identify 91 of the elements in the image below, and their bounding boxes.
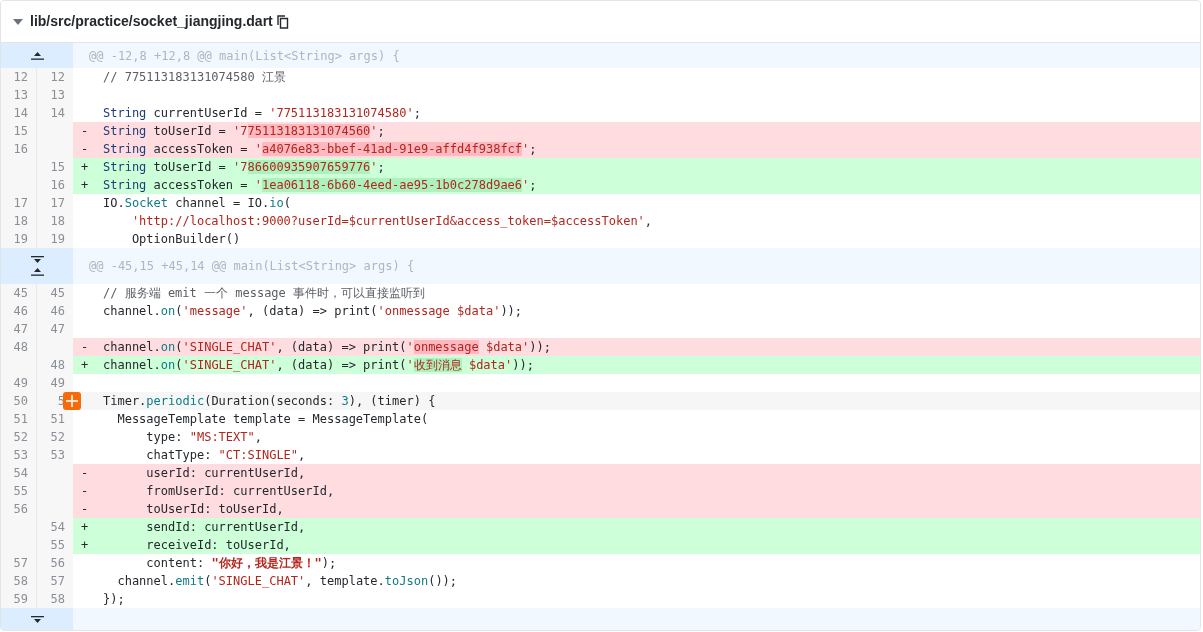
code-text: receiveId: toUserId, (145, 537, 291, 554)
addition-sign: + (81, 358, 89, 372)
line-number: 14 (37, 104, 73, 122)
expand-down-icon[interactable] (30, 616, 44, 624)
line-number: 53 (1, 446, 37, 464)
line-number: 47 (1, 320, 37, 338)
hunk-header: @@ -45,15 +45,14 @@ main(List<String> args) { (89, 258, 415, 275)
code-text: String toUserId = '775113183131074560'; (103, 123, 385, 140)
line-number: 17 (1, 194, 37, 212)
line-number: 19 (37, 230, 73, 248)
line-number: 19 (1, 230, 37, 248)
line-number: 49 (37, 374, 73, 392)
line-number: 56 (37, 554, 73, 572)
code-text: // 服务端 emit 一个 message 事件时，可以直接监听到 (103, 285, 426, 302)
line-number: 46 (37, 302, 73, 320)
code-text: userId: currentUserId, (145, 465, 306, 482)
line-number: 47 (37, 320, 73, 338)
code-text: content: "你好，我是江景！"); (145, 555, 337, 572)
code-text: sendId: currentUserId, (145, 519, 306, 536)
line-number: 58 (1, 572, 37, 590)
addition-sign: + (81, 538, 89, 552)
plus-icon (66, 395, 78, 407)
deletion-sign: - (81, 502, 89, 516)
line-number: 45 (37, 284, 73, 302)
line-number: 13 (37, 86, 73, 104)
line-number: 12 (37, 68, 73, 86)
line-number: 53 (37, 446, 73, 464)
code-text: MessageTemplate template = MessageTemplate( (116, 411, 429, 428)
line-number: 55 (37, 536, 73, 554)
code-text: String accessToken = '1ea06118-6b60-4eed-ae95-1b0c278d9ae6'; (103, 177, 537, 194)
line-number: 48 (1, 338, 37, 356)
code-text: String currentUserId = '775113183131074580'; (103, 105, 421, 122)
code-text: type: "MS:TEXT", (145, 429, 262, 446)
deletion-sign: - (81, 340, 89, 354)
add-comment-button[interactable] (63, 392, 81, 410)
code-text: // 775113183131074580 江景 (103, 69, 286, 86)
line-number: 50 (1, 392, 37, 410)
line-number: 54 (1, 464, 37, 482)
code-text: channel.on('SINGLE_CHAT', (data) => print('收到消息 $data')); (103, 357, 534, 374)
file-path: lib/src/practice/socket_jiangjing.dart (30, 12, 273, 31)
code-text: channel.emit('SINGLE_CHAT', template.toJson()); (116, 573, 458, 590)
line-number: 17 (37, 194, 73, 212)
expand-up-icon[interactable] (30, 268, 44, 276)
line-number: 58 (37, 590, 73, 608)
code-text: String accessToken = 'a4076e83-bbef-41ad-91e9-affd4f938fcf'; (103, 141, 537, 158)
line-number: 46 (1, 302, 37, 320)
code-text: channel.on('SINGLE_CHAT', (data) => print('onmessage $data')); (103, 339, 551, 356)
line-number: 14 (1, 104, 37, 122)
line-number: 15 (37, 158, 73, 176)
expand-down-icon[interactable] (30, 256, 44, 264)
hunk-header: @@ -12,8 +12,8 @@ main(List<String> args) { (89, 47, 400, 65)
addition-sign: + (81, 520, 89, 534)
code-text: Timer.periodic(Duration(seconds: 3), (timer) { (103, 393, 436, 410)
line-number: 18 (37, 212, 73, 230)
line-number: 54 (37, 518, 73, 536)
line-number: 16 (37, 176, 73, 194)
line-number: 18 (1, 212, 37, 230)
code-text: IO.Socket channel = IO.io( (103, 195, 291, 212)
line-number: 48 (37, 356, 73, 374)
deletion-sign: - (81, 466, 89, 480)
addition-sign: + (81, 160, 89, 174)
code-text: channel.on('message', (data) => print('onmessage $data')); (103, 303, 523, 320)
addition-sign: + (81, 178, 89, 192)
deletion-sign: - (81, 124, 89, 138)
line-number: 51 (1, 410, 37, 428)
caret-down-icon[interactable] (13, 18, 23, 25)
line-number: 45 (1, 284, 37, 302)
line-number: 59 (1, 590, 37, 608)
code-text: chatType: "CT:SINGLE", (145, 447, 306, 464)
code-text: OptionBuilder() (130, 231, 241, 248)
line-number: 51 (37, 410, 73, 428)
code-text: 'http://localhost:9000?userId=$currentUserId&access_token=$accessToken', (130, 213, 653, 230)
line-number: 49 (1, 374, 37, 392)
line-number: 16 (1, 140, 37, 158)
line-number: 56 (1, 500, 37, 518)
copy-icon[interactable] (276, 14, 289, 29)
line-number: 52 (37, 428, 73, 446)
line-number: 52 (1, 428, 37, 446)
deletion-sign: - (81, 484, 89, 498)
code-text: toUserId: toUserId, (145, 501, 284, 518)
code-text: String toUserId = '786600935907659776'; (103, 159, 385, 176)
code-text: fromUserId: currentUserId, (145, 483, 335, 500)
expand-up-icon[interactable] (30, 51, 44, 60)
line-number: 12 (1, 68, 37, 86)
line-number: 57 (1, 554, 37, 572)
line-number: 57 (37, 572, 73, 590)
code-text: }); (103, 591, 125, 608)
line-number: 13 (1, 86, 37, 104)
deletion-sign: - (81, 142, 89, 156)
line-number: 55 (1, 482, 37, 500)
line-number: 15 (1, 122, 37, 140)
